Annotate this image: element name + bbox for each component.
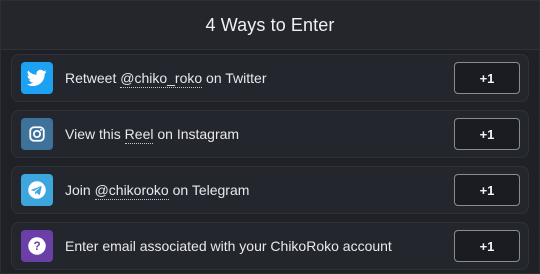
question-icon: ?: [21, 230, 53, 262]
entry-email[interactable]: ? Enter email associated with your Chiko…: [11, 222, 529, 270]
entry-list: Retweet @chiko_roko on Twitter +1 View t…: [1, 50, 539, 270]
plus-one-button[interactable]: +1: [454, 230, 520, 262]
entry-methods-widget: 4 Ways to Enter Retweet @chiko_roko on T…: [0, 0, 540, 274]
telegram-handle-link[interactable]: @chikoroko: [94, 182, 169, 200]
entry-label: View this Reel on Instagram: [65, 126, 454, 144]
plus-one-button[interactable]: +1: [454, 62, 520, 94]
entry-label: Join @chikoroko on Telegram: [65, 182, 454, 200]
telegram-icon: [21, 174, 53, 206]
header: 4 Ways to Enter: [1, 1, 539, 50]
twitter-icon: [21, 62, 53, 94]
svg-text:?: ?: [33, 240, 40, 253]
entry-label: Retweet @chiko_roko on Twitter: [65, 70, 454, 88]
label-text: on Instagram: [153, 126, 240, 142]
label-text: on Telegram: [168, 182, 250, 198]
plus-one-button[interactable]: +1: [454, 118, 520, 150]
label-text: on Twitter: [202, 70, 267, 86]
entry-instagram[interactable]: View this Reel on Instagram +1: [11, 110, 529, 158]
instagram-icon: [21, 118, 53, 150]
label-text: Join: [65, 182, 95, 198]
entry-telegram[interactable]: Join @chikoroko on Telegram +1: [11, 166, 529, 214]
label-text: View this: [65, 126, 125, 142]
reel-link[interactable]: Reel: [124, 126, 154, 144]
plus-one-button[interactable]: +1: [454, 174, 520, 206]
twitter-handle-link[interactable]: @chiko_roko: [120, 70, 203, 88]
entry-label: Enter email associated with your ChikoRo…: [65, 238, 392, 254]
header-title: 4 Ways to Enter: [205, 14, 335, 35]
label-text: Retweet: [65, 70, 121, 86]
entry-twitter[interactable]: Retweet @chiko_roko on Twitter +1: [11, 54, 529, 102]
